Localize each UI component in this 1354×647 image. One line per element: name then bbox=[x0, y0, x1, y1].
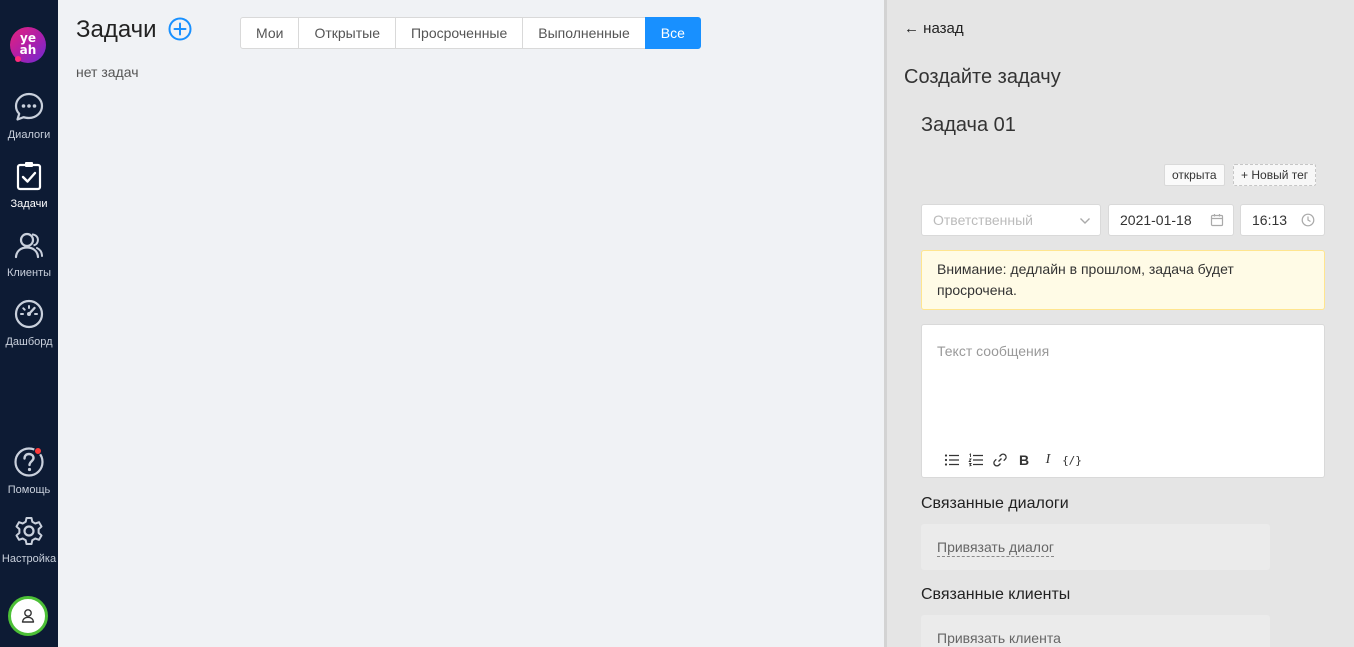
sidebar-item-dashboard[interactable]: Дашборд bbox=[0, 298, 58, 348]
new-tag-button[interactable]: + Новый тег bbox=[1233, 164, 1317, 186]
clock-icon bbox=[1301, 213, 1315, 227]
clipboard-check-icon bbox=[16, 162, 42, 191]
users-icon bbox=[14, 232, 43, 259]
filter-all[interactable]: Все bbox=[644, 17, 701, 49]
sidebar-item-label: Диалоги bbox=[7, 129, 51, 141]
app-logo[interactable]: ye ah bbox=[10, 27, 46, 63]
create-task-panel: ← назад Создайте задачу Задача 01 открыт… bbox=[884, 0, 1354, 647]
italic-icon[interactable]: I bbox=[1036, 450, 1060, 470]
calendar-icon bbox=[1210, 214, 1224, 227]
filter-open[interactable]: Открытые bbox=[298, 17, 396, 49]
sidebar-item-clients[interactable]: Клиенты bbox=[0, 229, 58, 279]
status-tag[interactable]: открыта bbox=[1164, 164, 1225, 186]
responsible-placeholder: Ответственный bbox=[933, 212, 1033, 228]
sidebar-item-label: Задачи bbox=[10, 198, 48, 210]
gear-icon bbox=[15, 517, 43, 545]
new-tag-label: Новый тег bbox=[1251, 168, 1309, 182]
sidebar-item-settings[interactable]: Настройка bbox=[0, 515, 58, 565]
link-dialog-button[interactable]: Привязать диалог bbox=[937, 539, 1055, 557]
responsible-select[interactable]: Ответственный bbox=[921, 204, 1101, 236]
deadline-date-picker[interactable]: 2021-01-18 bbox=[1108, 204, 1234, 236]
deadline-time-picker[interactable]: 16:13 bbox=[1240, 204, 1325, 236]
sidebar-item-tasks[interactable]: Задачи bbox=[0, 160, 58, 210]
logo-dot bbox=[15, 56, 21, 62]
sidebar-item-label: Клиенты bbox=[6, 267, 52, 279]
sidebar-item-label: Настройка bbox=[1, 553, 57, 565]
time-value: 16:13 bbox=[1252, 212, 1288, 228]
logo-text: ye ah bbox=[19, 31, 37, 57]
bold-icon[interactable]: B bbox=[1012, 450, 1036, 470]
user-icon bbox=[21, 609, 35, 623]
sidebar-item-help[interactable]: Помощь bbox=[0, 446, 58, 496]
task-name-field[interactable]: Задача 01 bbox=[921, 114, 1016, 137]
numbered-list-icon[interactable] bbox=[964, 450, 988, 470]
back-link[interactable]: ← назад bbox=[904, 20, 964, 37]
sidebar: ye ah Диалоги Задачи Клиенты Дашборд Пом… bbox=[0, 0, 58, 647]
tasks-main: Задачи Мои Открытые Просроченные Выполне… bbox=[58, 0, 884, 647]
notification-badge bbox=[34, 447, 42, 455]
sidebar-item-dialogs[interactable]: Диалоги bbox=[0, 91, 58, 141]
plus-icon: + bbox=[1241, 168, 1249, 182]
deadline-warning: Внимание: дедлайн в прошлом, задача буде… bbox=[921, 250, 1325, 310]
task-filter-group: Мои Открытые Просроченные Выполненные Вс… bbox=[240, 17, 701, 49]
message-placeholder: Текст сообщения bbox=[937, 343, 1050, 359]
linked-clients-box: Привязать клиента bbox=[921, 615, 1270, 647]
panel-title: Создайте задачу bbox=[904, 66, 1061, 88]
link-client-button[interactable]: Привязать клиента bbox=[937, 630, 1061, 647]
sidebar-item-label: Помощь bbox=[7, 484, 51, 496]
code-icon[interactable]: {/} bbox=[1060, 450, 1084, 470]
page-title: Задачи bbox=[76, 16, 157, 43]
filter-mine[interactable]: Мои bbox=[240, 17, 300, 49]
date-value: 2021-01-18 bbox=[1120, 212, 1192, 228]
add-task-icon[interactable] bbox=[168, 17, 192, 41]
linked-dialogs-title: Связанные диалоги bbox=[921, 495, 1069, 512]
speedometer-icon bbox=[14, 299, 44, 329]
editor-toolbar: B I {/} bbox=[940, 450, 1084, 470]
chat-bubble-icon bbox=[14, 92, 44, 121]
sidebar-item-label: Дашборд bbox=[5, 336, 53, 348]
filter-overdue[interactable]: Просроченные bbox=[394, 17, 524, 49]
linked-clients-title: Связанные клиенты bbox=[921, 586, 1071, 603]
filter-completed[interactable]: Выполненные bbox=[522, 17, 646, 49]
linked-dialogs-box: Привязать диалог bbox=[921, 524, 1270, 570]
user-avatar[interactable] bbox=[8, 596, 48, 636]
chevron-down-icon bbox=[1080, 218, 1090, 224]
bullet-list-icon[interactable] bbox=[940, 450, 964, 470]
link-icon[interactable] bbox=[988, 450, 1012, 470]
empty-state-text: нет задач bbox=[76, 64, 139, 80]
message-editor[interactable]: Текст сообщения B I {/} bbox=[921, 324, 1325, 478]
